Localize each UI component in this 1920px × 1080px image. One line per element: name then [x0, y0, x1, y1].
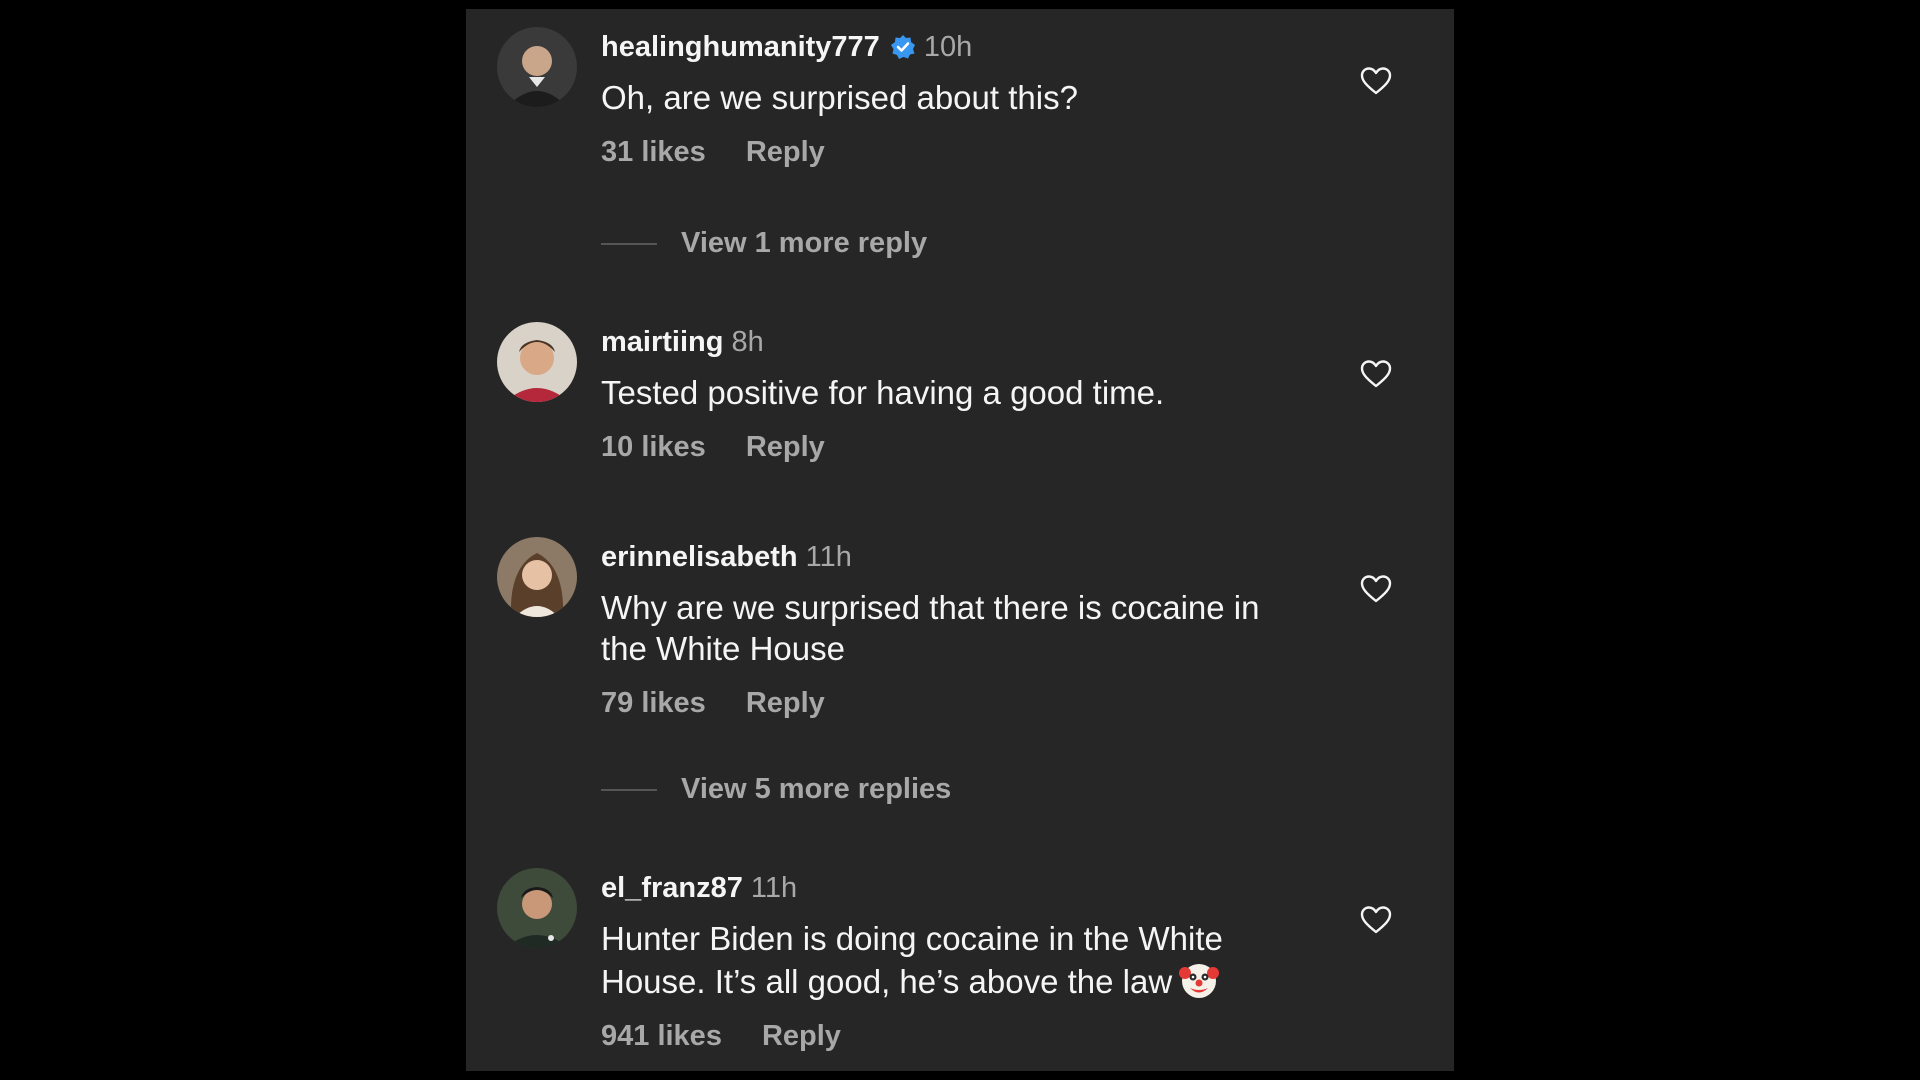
view-more-label: View 5 more replies: [681, 773, 952, 805]
heart-icon[interactable]: [1360, 66, 1392, 96]
avatar[interactable]: [497, 537, 577, 617]
thread-line: [601, 789, 657, 792]
username[interactable]: el_franz87: [601, 872, 743, 904]
avatar[interactable]: [497, 868, 577, 948]
comment-time: 8h: [731, 326, 764, 358]
view-more-label: View 1 more reply: [681, 227, 928, 259]
heart-icon[interactable]: [1360, 905, 1392, 935]
comment-time: 10h: [923, 31, 973, 63]
username[interactable]: mairtiing: [601, 326, 723, 358]
username[interactable]: erinnelisabeth: [601, 541, 798, 573]
comment-text: Why are we surprised that there is cocai…: [601, 589, 1260, 667]
verified-badge-icon: [890, 35, 915, 59]
heart-icon[interactable]: [1360, 574, 1392, 604]
clown-face-icon: [1179, 964, 1220, 998]
avatar[interactable]: [497, 27, 577, 107]
avatar[interactable]: [497, 322, 577, 402]
reply-button[interactable]: Reply: [746, 136, 825, 168]
reply-button[interactable]: Reply: [746, 687, 825, 719]
comment-time: 11h: [805, 541, 852, 573]
comment-text: Tested positive for having a good time.: [601, 374, 1165, 411]
view-more-replies-button[interactable]: View 5 more replies: [601, 771, 951, 807]
comment-text: Hunter Biden is doing cocaine in the Whi…: [601, 918, 1301, 1002]
likes-count[interactable]: 79 likes: [601, 687, 706, 719]
likes-count[interactable]: 10 likes: [601, 431, 706, 463]
comment-time: 11h: [750, 872, 798, 904]
view-more-replies-button[interactable]: View 1 more reply: [601, 225, 927, 261]
reply-button[interactable]: Reply: [762, 1020, 841, 1052]
heart-icon[interactable]: [1360, 359, 1392, 389]
reply-button[interactable]: Reply: [746, 431, 825, 463]
likes-count[interactable]: 31 likes: [601, 136, 706, 168]
comment-text-body: Hunter Biden is doing cocaine in the Whi…: [601, 920, 1223, 1000]
comment-text: Oh, are we surprised about this?: [601, 79, 1078, 116]
thread-line: [601, 243, 657, 246]
likes-count[interactable]: 941 likes: [601, 1020, 722, 1052]
comments-panel: healinghumanity777 10h Oh, are we surpris…: [466, 9, 1454, 1071]
username[interactable]: healinghumanity777: [601, 31, 880, 63]
